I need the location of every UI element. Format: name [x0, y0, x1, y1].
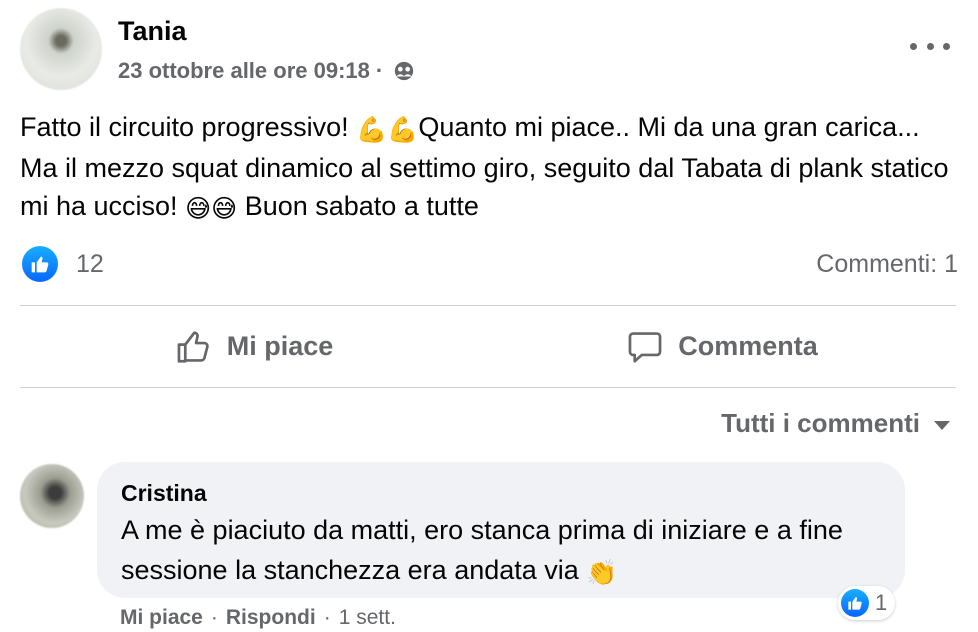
- thumbs-up-icon: [848, 597, 862, 610]
- like-button[interactable]: Mi piace: [20, 306, 488, 387]
- comments-count[interactable]: Commenti: 1: [816, 250, 958, 279]
- like-reaction-icon[interactable]: [22, 246, 58, 282]
- speech-bubble-icon: [628, 331, 662, 363]
- comment-reaction-badge[interactable]: 1: [838, 586, 896, 620]
- author-name[interactable]: Tania: [118, 16, 187, 47]
- post-text-part1: Fatto il circuito progressivo!: [20, 112, 357, 142]
- comment-time[interactable]: 1 sett.: [339, 606, 396, 630]
- divider: [20, 387, 956, 388]
- comment-actions: Mi piace · Rispondi · 1 sett.: [120, 606, 396, 630]
- like-count[interactable]: 12: [76, 250, 104, 279]
- comment-text: A me è piaciuto da matti, ero stanca pri…: [121, 510, 891, 593]
- like-reaction-icon: [841, 589, 869, 617]
- post-header: Tania 23 ottobre alle ore 09:18 ·: [20, 8, 960, 98]
- flexed-biceps-emoji: 💪💪: [356, 116, 419, 144]
- caret-down-icon: [934, 421, 950, 430]
- comment-like-link[interactable]: Mi piace: [120, 606, 203, 630]
- like-button-label: Mi piace: [226, 331, 334, 361]
- action-bar: Mi piace Commenta: [20, 306, 956, 387]
- commenter-avatar[interactable]: [20, 464, 84, 528]
- grinning-sweat-emoji: 😅😅: [185, 195, 238, 223]
- post-meta: 23 ottobre alle ore 09:18 ·: [118, 58, 415, 84]
- more-dot-icon: [926, 42, 934, 50]
- more-dot-icon: [943, 42, 950, 50]
- comment-reply-link[interactable]: Rispondi: [226, 606, 316, 630]
- meta-separator: ·: [375, 58, 384, 83]
- commenter-name[interactable]: Cristina: [121, 480, 207, 507]
- action-separator: ·: [210, 606, 218, 629]
- action-separator: ·: [323, 606, 331, 629]
- reactions-row: 12 Commenti: 1: [22, 244, 958, 284]
- post-text-part3: Buon sabato a tutte: [237, 191, 479, 221]
- clapping-hands-emoji: 👏: [586, 559, 618, 587]
- friends-icon[interactable]: [393, 60, 415, 82]
- comment-button-label: Commenta: [678, 331, 818, 361]
- more-options-button[interactable]: [910, 36, 950, 56]
- post-date[interactable]: 23 ottobre alle ore 09:18: [118, 58, 370, 84]
- thumbs-up-outline-icon: [177, 330, 209, 363]
- thumbs-up-icon: [31, 256, 49, 273]
- comment-bubble: Cristina A me è piaciuto da matti, ero s…: [97, 462, 905, 598]
- comment-button[interactable]: Commenta: [488, 306, 956, 387]
- comments-filter-label: Tutti i commenti: [721, 408, 920, 438]
- comment-reaction-count: 1: [875, 590, 888, 615]
- post-text: Fatto il circuito progressivo! 💪💪Quanto …: [20, 108, 950, 228]
- author-avatar[interactable]: [20, 8, 102, 90]
- more-dot-icon: [910, 42, 917, 50]
- comment-text-body: A me è piaciuto da matti, ero stanca pri…: [121, 515, 843, 585]
- comments-filter-dropdown[interactable]: Tutti i commenti: [721, 408, 950, 439]
